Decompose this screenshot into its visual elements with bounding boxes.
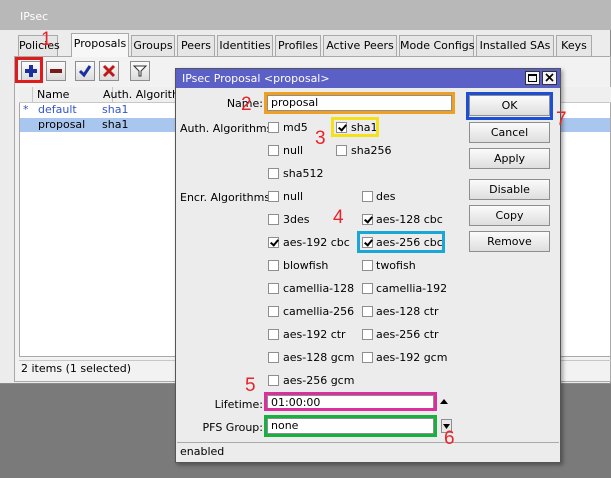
apply-button[interactable]: Apply	[469, 148, 550, 169]
annotation-number-4: 4	[333, 207, 344, 228]
copy-button[interactable]: Copy	[469, 205, 550, 226]
checkbox-label-aes-256-gcm: aes-256 gcm	[283, 374, 355, 387]
pfs-group-label: PFS Group:	[202, 421, 263, 434]
tab-keys[interactable]: Keys	[556, 35, 592, 56]
tab-profiles[interactable]: Profiles	[275, 35, 321, 56]
marker-column-header	[19, 87, 33, 103]
highlight-name-input	[264, 92, 455, 114]
checkbox-twofish[interactable]	[362, 260, 373, 271]
maximize-button[interactable]	[525, 71, 540, 85]
annotation-number-7: 7	[556, 109, 567, 130]
enable-button[interactable]	[75, 61, 95, 81]
maximize-icon	[528, 74, 537, 82]
tab-mode-configs[interactable]: Mode Configs	[399, 35, 475, 56]
checkbox-label-aes-128-cbc: aes-128 cbc	[376, 213, 443, 226]
checkbox-label-des: des	[376, 190, 396, 203]
checkbox-label-sha256: sha256	[351, 144, 392, 157]
annotation-number-1: 1	[41, 29, 52, 50]
window-title: IPsec	[0, 0, 611, 30]
checkbox-camellia-256[interactable]	[268, 306, 279, 317]
row-auth: sha1	[102, 118, 129, 131]
checkbox-label-3des: 3des	[283, 213, 310, 226]
checkbox-label-twofish: twofish	[376, 259, 416, 272]
checkbox-des[interactable]	[362, 191, 373, 202]
checkbox-label-md5: md5	[283, 121, 308, 134]
highlight-lifetime	[264, 392, 437, 411]
highlight-pfs-group	[264, 415, 437, 437]
close-icon	[545, 73, 554, 82]
encr-algorithms-label: Encr. Algorithms:	[180, 191, 274, 204]
checkbox-camellia-128[interactable]	[268, 283, 279, 294]
check-icon	[78, 65, 92, 78]
checkbox-label-aes-192-cbc: aes-192 cbc	[283, 236, 350, 249]
auth-algorithms-label: Auth. Algorithms:	[180, 122, 277, 135]
row-name: default	[38, 103, 77, 116]
tab-active-peers[interactable]: Active Peers	[323, 35, 397, 56]
checkbox-label-camellia-128: camellia-128	[283, 282, 355, 295]
checkbox-aes-128-ctr[interactable]	[362, 306, 373, 317]
checkbox-aes-128-gcm[interactable]	[268, 352, 279, 363]
annotation-number-3: 3	[315, 128, 326, 149]
annotation-number-6: 6	[444, 428, 455, 449]
checkbox-md5[interactable]	[268, 122, 279, 133]
checkbox-label-blowfish: blowfish	[283, 259, 329, 272]
checkbox-aes-192-ctr[interactable]	[268, 329, 279, 340]
checkbox-aes-256-ctr[interactable]	[362, 329, 373, 340]
checkbox-label-aes-128-gcm: aes-128 gcm	[283, 351, 355, 364]
minus-icon	[50, 69, 62, 73]
tab-proposals[interactable]: Proposals	[71, 33, 129, 57]
checkbox-aes-128-cbc[interactable]	[362, 214, 373, 225]
checkbox-label-aes-192-ctr: aes-192 ctr	[283, 328, 346, 341]
checkbox-blowfish[interactable]	[268, 260, 279, 271]
row-auth: sha1	[102, 103, 129, 116]
checkbox-3des[interactable]	[268, 214, 279, 225]
remove-button[interactable]	[46, 61, 66, 81]
row-marker: *	[23, 103, 29, 116]
tab-identities[interactable]: Identities	[217, 35, 273, 56]
checkbox-label-null-auth: null	[283, 144, 304, 157]
lifetime-label: Lifetime:	[214, 398, 263, 411]
cancel-button[interactable]: Cancel	[469, 122, 550, 143]
tab-peers[interactable]: Peers	[177, 35, 215, 56]
tab-installed-sas[interactable]: Installed SAs	[476, 35, 554, 56]
checkbox-label-sha512: sha512	[283, 167, 324, 180]
highlight-aes-256-cbc	[357, 231, 445, 253]
checkbox-null-encr[interactable]	[268, 191, 279, 202]
filter-button[interactable]	[130, 61, 150, 81]
highlight-sha1	[331, 117, 379, 137]
highlight-ok-button	[466, 92, 553, 120]
annotation-number-5: 5	[245, 375, 256, 396]
checkbox-aes-256-gcm[interactable]	[268, 375, 279, 386]
disable-button-dialog[interactable]: Disable	[469, 179, 550, 200]
funnel-icon	[133, 65, 147, 77]
dialog-title: IPsec Proposal <proposal>	[176, 69, 560, 88]
cross-icon	[102, 64, 116, 78]
checkbox-label-camellia-192: camellia-192	[376, 282, 448, 295]
checkbox-label-aes-128-ctr: aes-128 ctr	[376, 305, 439, 318]
lifetime-collapse-icon[interactable]	[439, 396, 449, 408]
highlight-add-button	[15, 57, 43, 83]
checkbox-label-aes-256-ctr: aes-256 ctr	[376, 328, 439, 341]
checkbox-aes-192-gcm[interactable]	[362, 352, 373, 363]
checkbox-aes-192-cbc[interactable]	[268, 237, 279, 248]
annotation-number-2: 2	[241, 94, 252, 115]
row-name: proposal	[38, 118, 86, 131]
tab-policies[interactable]: Policies	[18, 35, 60, 56]
checkbox-label-camellia-256: camellia-256	[283, 305, 355, 318]
dialog-status-bar: enabled	[177, 442, 559, 461]
checkbox-label-aes-192-gcm: aes-192 gcm	[376, 351, 448, 364]
tab-groups[interactable]: Groups	[131, 35, 175, 56]
checkbox-camellia-192[interactable]	[362, 283, 373, 294]
checkbox-label-null-encr: null	[283, 190, 304, 203]
disable-button[interactable]	[99, 61, 119, 81]
checkbox-sha512[interactable]	[268, 168, 279, 179]
checkbox-null-auth[interactable]	[268, 145, 279, 156]
close-button[interactable]	[542, 71, 557, 85]
checkbox-sha256[interactable]	[336, 145, 347, 156]
remove-button-dialog[interactable]: Remove	[469, 231, 550, 252]
